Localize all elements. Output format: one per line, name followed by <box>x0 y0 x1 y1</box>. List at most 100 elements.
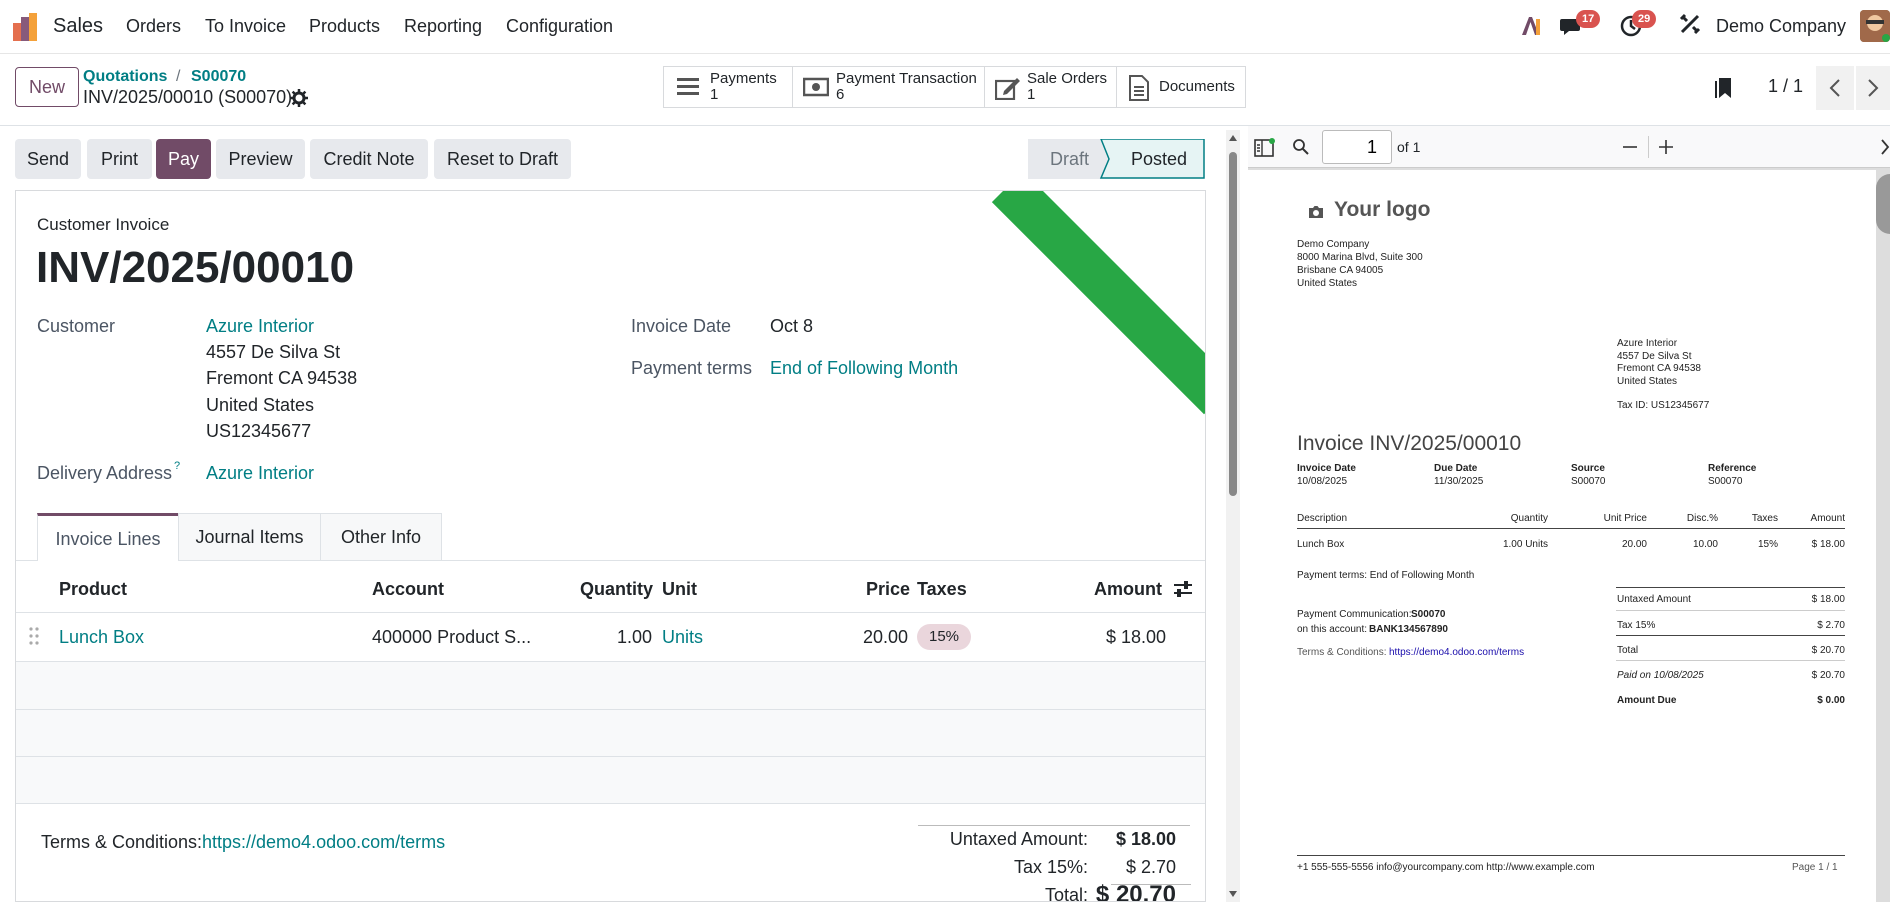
invoice-date-value[interactable]: Oct 8 <box>770 316 813 337</box>
breadcrumb-quotations[interactable]: Quotations <box>83 68 167 86</box>
menu-to-invoice[interactable]: To Invoice <box>205 16 286 37</box>
pdf-th-unit-price: Unit Price <box>1603 513 1647 524</box>
pdf-payment-comm-label: Payment Communication: <box>1297 609 1412 620</box>
bookmark-icon[interactable] <box>1714 76 1734 100</box>
invoice-number: INV/2025/00010 <box>36 243 355 292</box>
pdf-scroll-handle[interactable] <box>1876 174 1890 234</box>
menu-products[interactable]: Products <box>309 16 380 37</box>
tab-other-info[interactable]: Other Info <box>320 513 442 561</box>
pdf-payment-terms: Payment terms: End of Following Month <box>1297 570 1475 581</box>
line-quantity[interactable]: 1.00 <box>617 627 652 648</box>
pdf-terms-link[interactable]: https://demo4.odoo.com/terms <box>1389 647 1524 658</box>
payment-terms-link[interactable]: End of Following Month <box>770 358 958 379</box>
documents-smart-button[interactable]: Documents <box>1116 66 1246 108</box>
reset-to-draft-button[interactable]: Reset to Draft <box>434 139 571 179</box>
line-account[interactable]: 400000 Product S... <box>372 627 531 648</box>
column-settings-icon[interactable] <box>1173 579 1193 599</box>
payment-transaction-count: 6 <box>836 86 845 103</box>
col-quantity[interactable]: Quantity <box>580 579 653 600</box>
more-tools-icon[interactable] <box>1876 138 1890 156</box>
pdf-footer-page: Page 1 / 1 <box>1792 862 1838 873</box>
delivery-address-link[interactable]: Azure Interior <box>206 463 314 484</box>
payment-transaction-smart-button[interactable]: Payment Transaction 6 <box>792 66 985 108</box>
pdf-footer-contact: +1 555-555-5556 info@yourcompany.com htt… <box>1297 862 1595 873</box>
customer-link[interactable]: Azure Interior <box>206 316 314 337</box>
menu-orders[interactable]: Orders <box>126 16 181 37</box>
zoom-out-icon[interactable] <box>1622 139 1638 155</box>
pdf-total-label: Tax 15% <box>1617 620 1656 631</box>
ai-icon[interactable] <box>1520 15 1542 37</box>
pdf-line-taxes: 15% <box>1757 539 1778 550</box>
preview-button[interactable]: Preview <box>216 139 305 179</box>
debug-tools-icon[interactable] <box>1679 13 1701 35</box>
credit-note-button[interactable]: Credit Note <box>310 139 428 179</box>
form-scrollbar[interactable] <box>1226 130 1240 902</box>
pdf-total-label: Total <box>1617 645 1639 656</box>
col-amount[interactable]: Amount <box>1094 579 1162 600</box>
app-name[interactable]: Sales <box>53 15 103 38</box>
pdf-preview-pane: of 1 Your logo Demo Company 8000 Marina … <box>1248 126 1890 902</box>
sale-orders-smart-button[interactable]: Sale Orders 1 <box>984 66 1117 108</box>
print-button[interactable]: Print <box>87 139 152 179</box>
pdf-company-line: Brisbane CA 94005 <box>1297 265 1384 276</box>
untaxed-label: Untaxed Amount: <box>949 829 1088 849</box>
col-unit[interactable]: Unit <box>662 579 697 600</box>
send-button[interactable]: Send <box>15 139 81 179</box>
pdf-th-disc: Disc.% <box>1686 513 1718 524</box>
pager-next-button[interactable] <box>1856 66 1890 110</box>
empty-row <box>16 757 1205 803</box>
tab-journal-items[interactable]: Journal Items <box>178 513 321 561</box>
col-product[interactable]: Product <box>59 579 127 600</box>
zoom-in-icon[interactable] <box>1658 139 1674 155</box>
payment-terms-label: Payment terms <box>631 358 753 378</box>
line-price[interactable]: 20.00 <box>863 627 908 648</box>
col-taxes[interactable]: Taxes <box>917 579 967 600</box>
terms-link[interactable]: https://demo4.odoo.com/terms <box>202 832 445 853</box>
company-name[interactable]: Demo Company <box>1716 16 1846 37</box>
tax-tag[interactable]: 15% <box>917 624 971 650</box>
document-icon <box>1128 75 1150 101</box>
pager-value[interactable]: 1 / 1 <box>1768 76 1803 97</box>
pdf-meta-value: 11/30/2025 <box>1434 476 1484 487</box>
line-unit[interactable]: Units <box>662 627 703 648</box>
pdf-page-input[interactable] <box>1322 130 1392 164</box>
pdf-totals-line <box>1616 635 1845 636</box>
statusbar: Draft Posted <box>1028 139 1206 179</box>
breadcrumb-separator: / <box>176 68 181 85</box>
edit-icon <box>994 76 1021 101</box>
list-icon <box>677 77 699 97</box>
pdf-total-label: Untaxed Amount <box>1617 594 1691 605</box>
breadcrumb-order[interactable]: S00070 <box>191 68 246 86</box>
status-draft[interactable]: Draft <box>1050 149 1089 170</box>
invoice-type: Customer Invoice <box>37 215 170 234</box>
payments-smart-button[interactable]: Payments 1 <box>663 66 793 108</box>
app-logo-icon[interactable] <box>13 13 43 41</box>
line-product[interactable]: Lunch Box <box>59 627 144 648</box>
gear-icon[interactable] <box>290 89 308 107</box>
pay-button[interactable]: Pay <box>156 139 211 179</box>
camera-icon <box>1308 204 1324 218</box>
sidebar-toggle-icon[interactable] <box>1254 138 1276 158</box>
col-price[interactable]: Price <box>866 579 910 600</box>
tab-invoice-lines[interactable]: Invoice Lines <box>37 513 179 561</box>
drag-handle-icon[interactable] <box>29 627 39 645</box>
empty-row <box>16 710 1205 756</box>
pdf-th-quantity: Quantity <box>1510 513 1548 524</box>
pdf-meta-value: S00070 <box>1571 476 1606 487</box>
col-account[interactable]: Account <box>372 579 444 600</box>
customer-label: Customer <box>37 316 116 336</box>
sale-orders-count: 1 <box>1027 86 1036 103</box>
search-icon[interactable] <box>1292 138 1310 156</box>
menu-configuration[interactable]: Configuration <box>506 16 613 37</box>
user-avatar[interactable] <box>1860 10 1890 42</box>
delivery-help-tooltip[interactable]: ? <box>174 460 180 472</box>
table-row[interactable] <box>16 613 1205 661</box>
new-button[interactable]: New <box>15 67 79 107</box>
pdf-meta-value: 10/08/2025 <box>1297 476 1348 487</box>
pager-prev-button[interactable] <box>1816 66 1854 110</box>
pdf-customer-line: Fremont CA 94538 <box>1617 363 1701 374</box>
tax-value: $ 2.70 <box>1125 857 1176 877</box>
menu-reporting[interactable]: Reporting <box>404 16 482 37</box>
pdf-total-value: $ 20.70 <box>1811 670 1845 681</box>
control-panel: New Quotations / S00070 INV/2025/00010 (… <box>0 54 1890 126</box>
